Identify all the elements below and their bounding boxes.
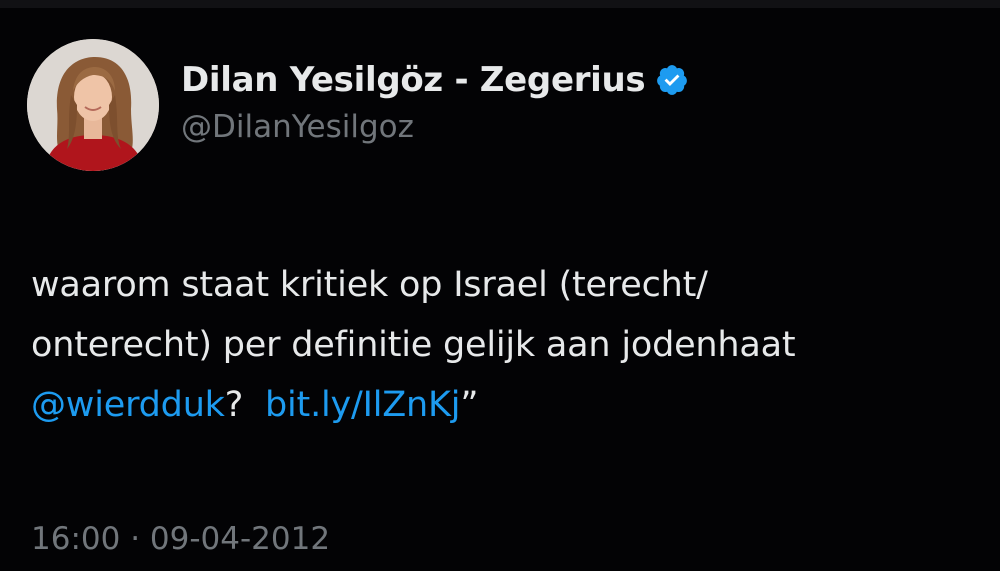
question-mark: ? bbox=[224, 385, 244, 425]
display-name[interactable]: Dilan Yesilgöz - Zegerius bbox=[181, 60, 646, 100]
timestamp-date: 09-04-2012 bbox=[149, 521, 331, 557]
timestamp[interactable]: 16:00 · 09-04-2012 bbox=[31, 521, 330, 557]
avatar[interactable] bbox=[27, 39, 159, 171]
timestamp-time: 16:00 bbox=[31, 521, 121, 557]
top-edge bbox=[0, 0, 1000, 8]
mention-link[interactable]: @wierdduk bbox=[31, 385, 225, 425]
profile-avatar-icon bbox=[27, 39, 159, 171]
display-name-row: Dilan Yesilgöz - Zegerius bbox=[181, 55, 689, 105]
url-link[interactable]: bit.ly/IlZnKj bbox=[265, 385, 461, 425]
tweet-text: waarom staat kritiek op Israel (terecht/… bbox=[31, 255, 991, 435]
verified-badge-icon bbox=[655, 63, 689, 97]
author-block: Dilan Yesilgöz - Zegerius @DilanYesilgoz bbox=[181, 55, 689, 145]
tweet-text-line-2: onterecht) per definitie gelijk aan jode… bbox=[31, 325, 796, 365]
tweet-card: Dilan Yesilgöz - Zegerius @DilanYesilgoz… bbox=[0, 0, 1000, 571]
tweet-text-line-3: @wierdduk? bit.ly/IlZnKj” bbox=[31, 375, 991, 435]
closing-quote: ” bbox=[460, 385, 479, 425]
handle[interactable]: @DilanYesilgoz bbox=[181, 109, 689, 145]
tweet-text-line-1: waarom staat kritiek op Israel (terecht/ bbox=[31, 265, 708, 305]
timestamp-separator: · bbox=[130, 521, 141, 557]
